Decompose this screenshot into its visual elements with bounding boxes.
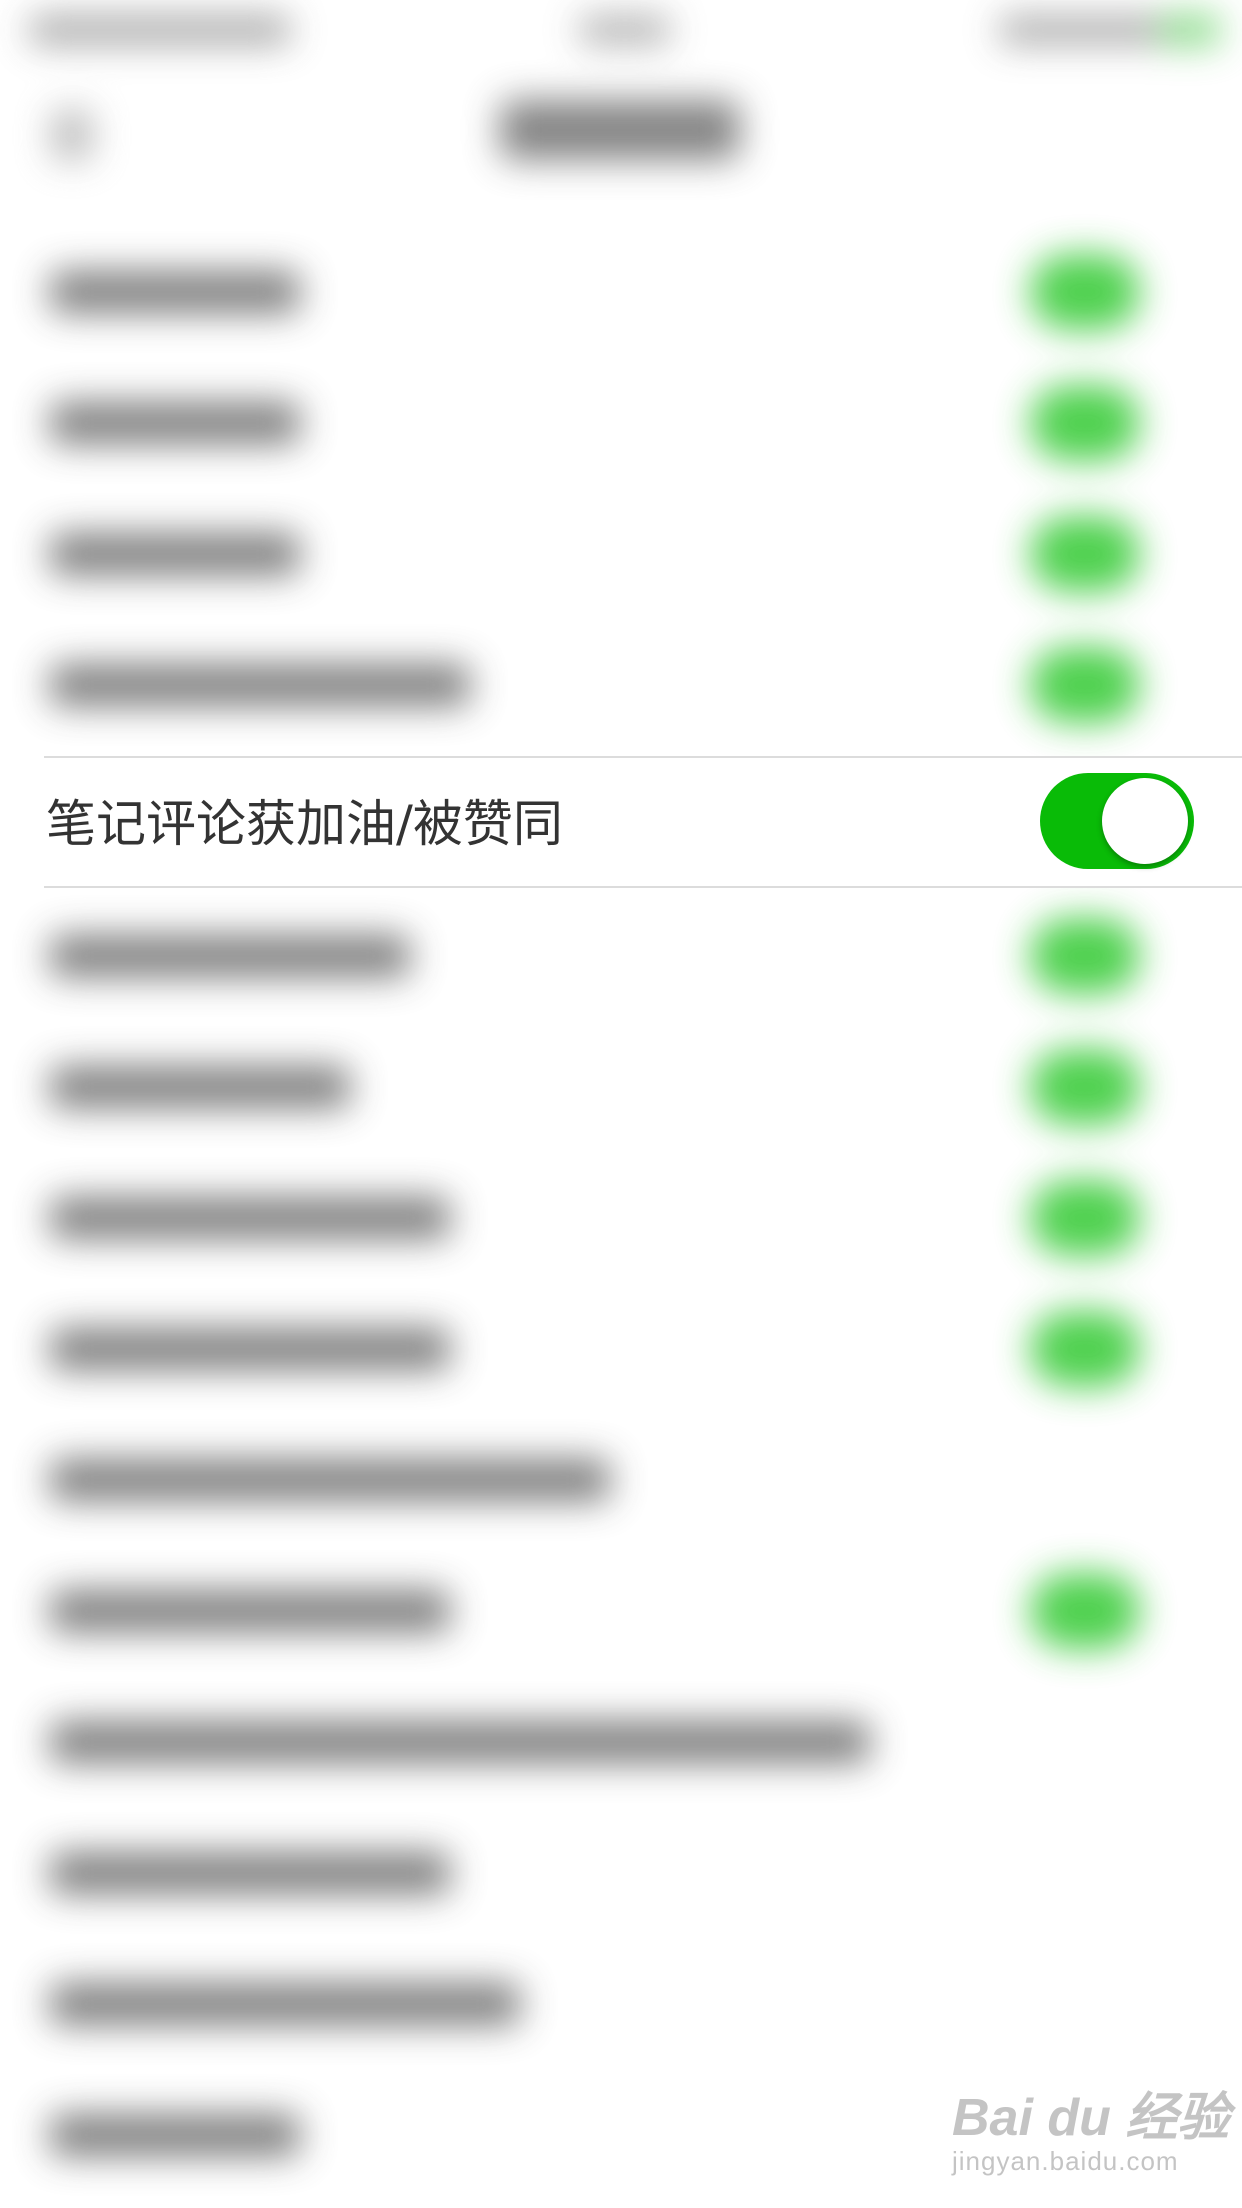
carrier-indicator (30, 16, 290, 44)
back-icon[interactable] (52, 110, 92, 160)
setting-row[interactable] (0, 1807, 1242, 1938)
setting-label (50, 1197, 450, 1239)
toggle-switch[interactable] (1030, 516, 1140, 592)
toggle-knob (1102, 778, 1188, 864)
navigation-bar (0, 60, 1242, 210)
setting-row[interactable] (0, 226, 1242, 357)
setting-row[interactable] (0, 488, 1242, 619)
blurred-background (0, 0, 1242, 2208)
battery-icon (1160, 14, 1220, 46)
setting-label (50, 1066, 350, 1108)
toggle-switch[interactable] (1030, 647, 1140, 723)
page-title (500, 100, 740, 160)
setting-label (50, 1328, 450, 1370)
toggle-switch[interactable] (1030, 1573, 1140, 1649)
setting-label (50, 271, 300, 313)
toggle-switch[interactable] (1030, 1180, 1140, 1256)
setting-row[interactable] (0, 890, 1242, 1021)
watermark-url: jingyan.baidu.com (952, 2146, 1179, 2176)
toggle-switch[interactable] (1030, 1049, 1140, 1125)
setting-label (50, 935, 410, 977)
setting-label (50, 402, 300, 444)
setting-label: 笔记评论获加油/被赞同 (46, 795, 563, 853)
setting-row[interactable] (0, 1938, 1242, 2069)
clock (580, 16, 670, 44)
setting-label (50, 2114, 300, 2156)
watermark-logo: Bai du 经验 (952, 2089, 1230, 2147)
setting-label (50, 1983, 520, 2025)
setting-row[interactable] (0, 1414, 1242, 1545)
setting-label (50, 1721, 870, 1763)
setting-row-highlighted[interactable]: 笔记评论获加油/被赞同 (44, 756, 1242, 888)
setting-row[interactable] (0, 1152, 1242, 1283)
status-icons (1000, 16, 1160, 44)
setting-label (50, 1852, 450, 1894)
setting-label (50, 533, 300, 575)
setting-label (50, 1459, 610, 1501)
setting-row[interactable] (0, 1021, 1242, 1152)
status-bar (0, 0, 1242, 60)
setting-row[interactable] (0, 357, 1242, 488)
toggle-switch[interactable] (1030, 1311, 1140, 1387)
setting-row[interactable] (0, 1545, 1242, 1676)
setting-row[interactable] (0, 1676, 1242, 1807)
watermark: Bai du 经验 jingyan.baidu.com (952, 2089, 1230, 2190)
setting-row[interactable] (0, 619, 1242, 750)
setting-row[interactable] (0, 1283, 1242, 1414)
toggle-switch[interactable] (1030, 918, 1140, 994)
setting-label (50, 1590, 450, 1632)
toggle-switch[interactable] (1030, 385, 1140, 461)
toggle-switch[interactable] (1030, 254, 1140, 330)
toggle-switch[interactable] (1040, 773, 1194, 869)
setting-label (50, 664, 470, 706)
notification-settings-screen: 笔记评论获加油/被赞同 Bai du 经验 jingyan.baidu.com (0, 0, 1242, 2208)
